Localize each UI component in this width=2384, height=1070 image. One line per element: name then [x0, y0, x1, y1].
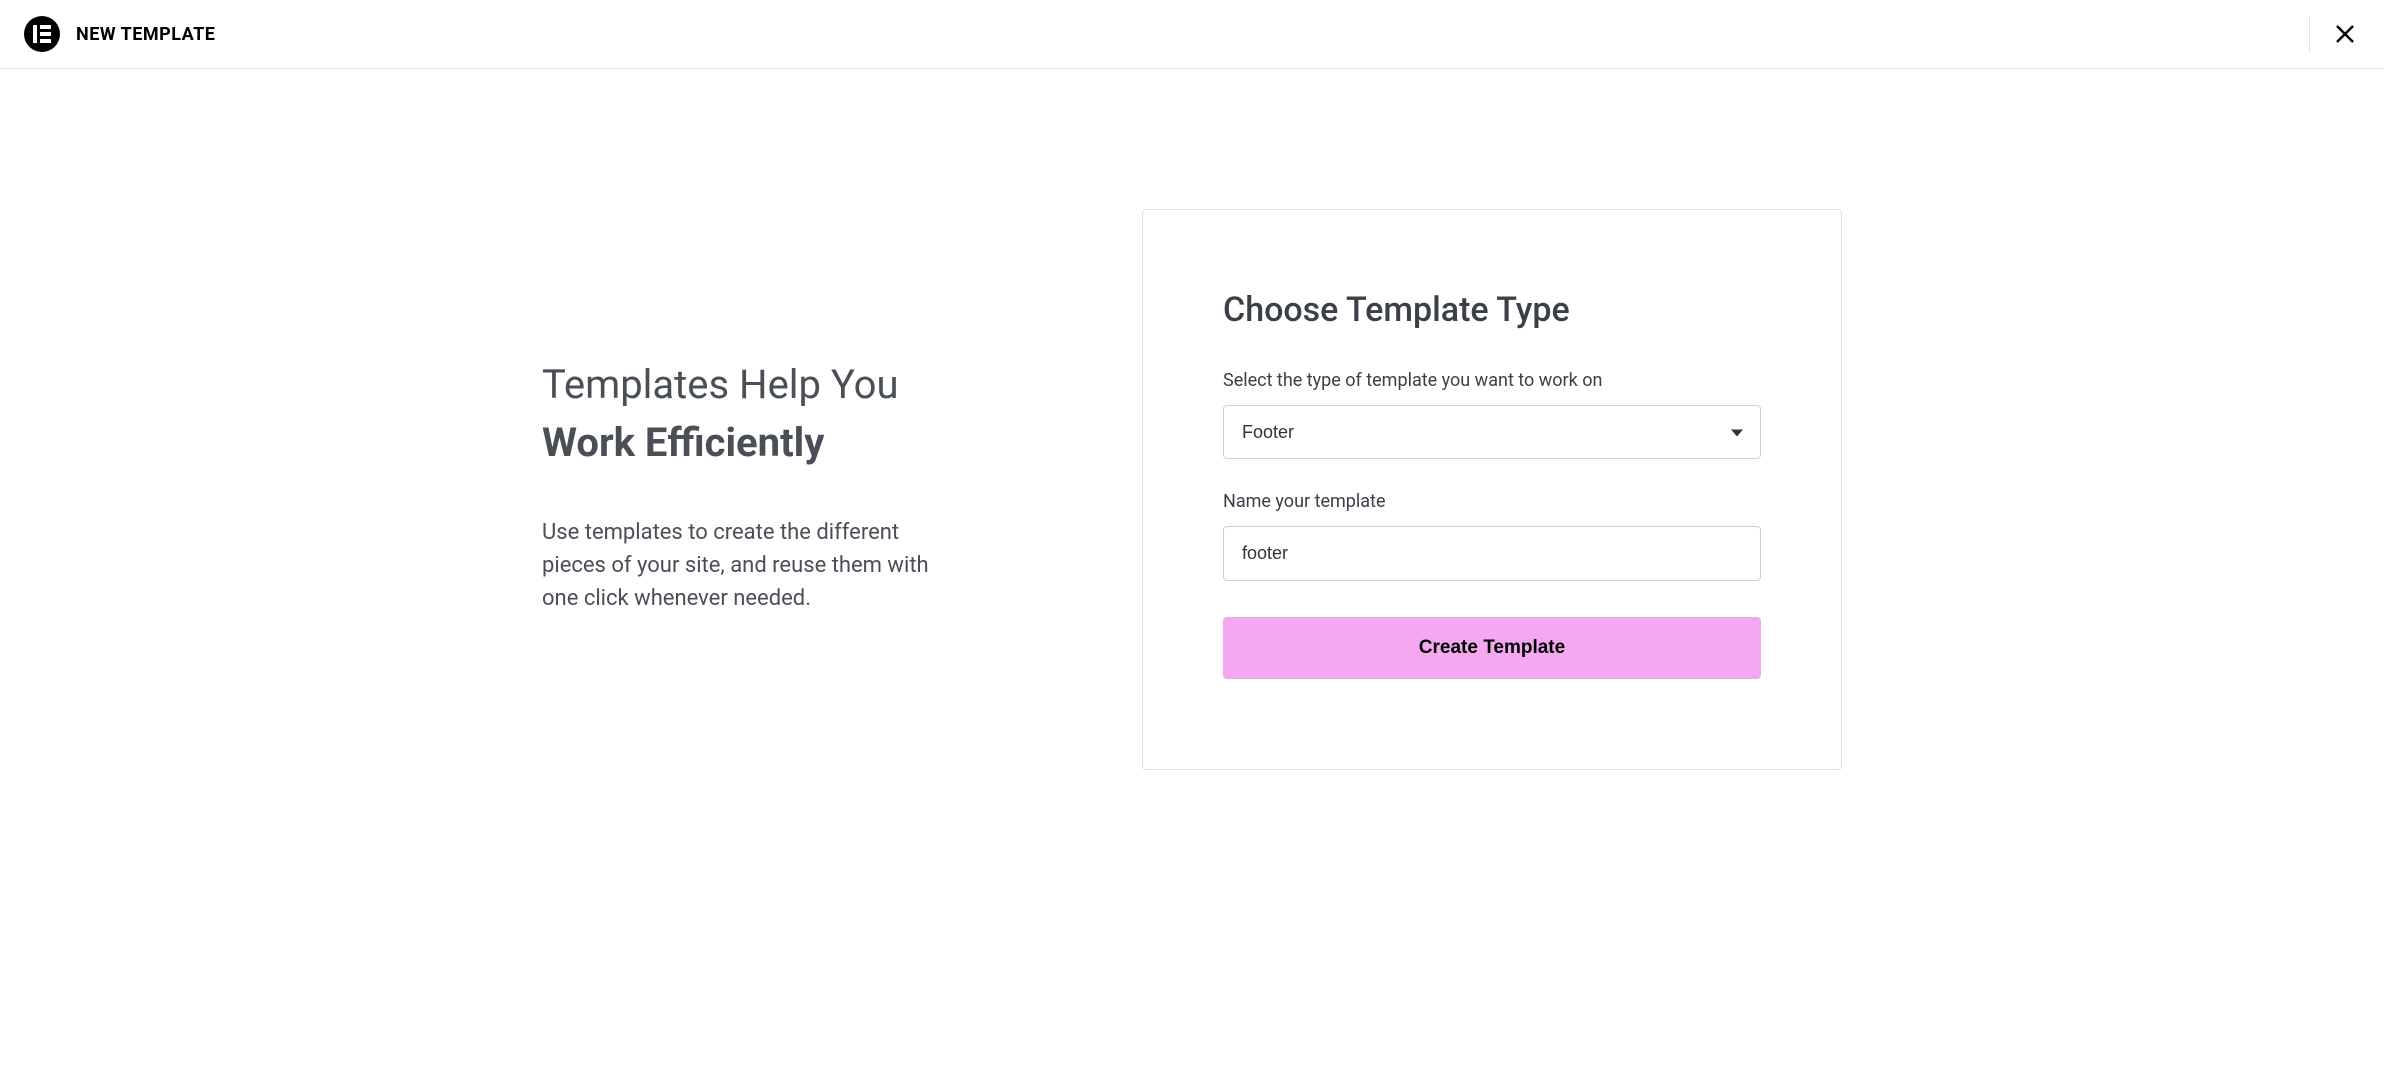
- template-type-label: Select the type of template you want to …: [1223, 370, 1761, 391]
- form-title: Choose Template Type: [1223, 290, 1761, 330]
- intro-column: Templates Help You Work Efficiently Use …: [542, 209, 962, 770]
- template-type-select-wrapper: Footer: [1223, 405, 1761, 459]
- heading-light: Templates Help You: [542, 359, 962, 411]
- template-name-input[interactable]: [1223, 526, 1761, 581]
- heading-bold: Work Efficiently: [542, 419, 962, 466]
- header-right: [2309, 16, 2360, 52]
- close-icon: [2334, 23, 2356, 45]
- header-left: NEW TEMPLATE: [24, 16, 215, 52]
- content-area: Templates Help You Work Efficiently Use …: [407, 69, 1977, 830]
- modal-header: NEW TEMPLATE: [0, 0, 2384, 69]
- elementor-logo: [24, 16, 60, 52]
- intro-description: Use templates to create the different pi…: [542, 516, 962, 615]
- divider: [2309, 16, 2310, 52]
- elementor-icon: [33, 25, 51, 43]
- create-template-button[interactable]: Create Template: [1223, 617, 1761, 679]
- close-button[interactable]: [2330, 19, 2360, 49]
- modal-title: NEW TEMPLATE: [76, 24, 215, 45]
- template-form-card: Choose Template Type Select the type of …: [1142, 209, 1842, 770]
- template-type-select[interactable]: Footer: [1223, 405, 1761, 459]
- template-name-label: Name your template: [1223, 491, 1761, 512]
